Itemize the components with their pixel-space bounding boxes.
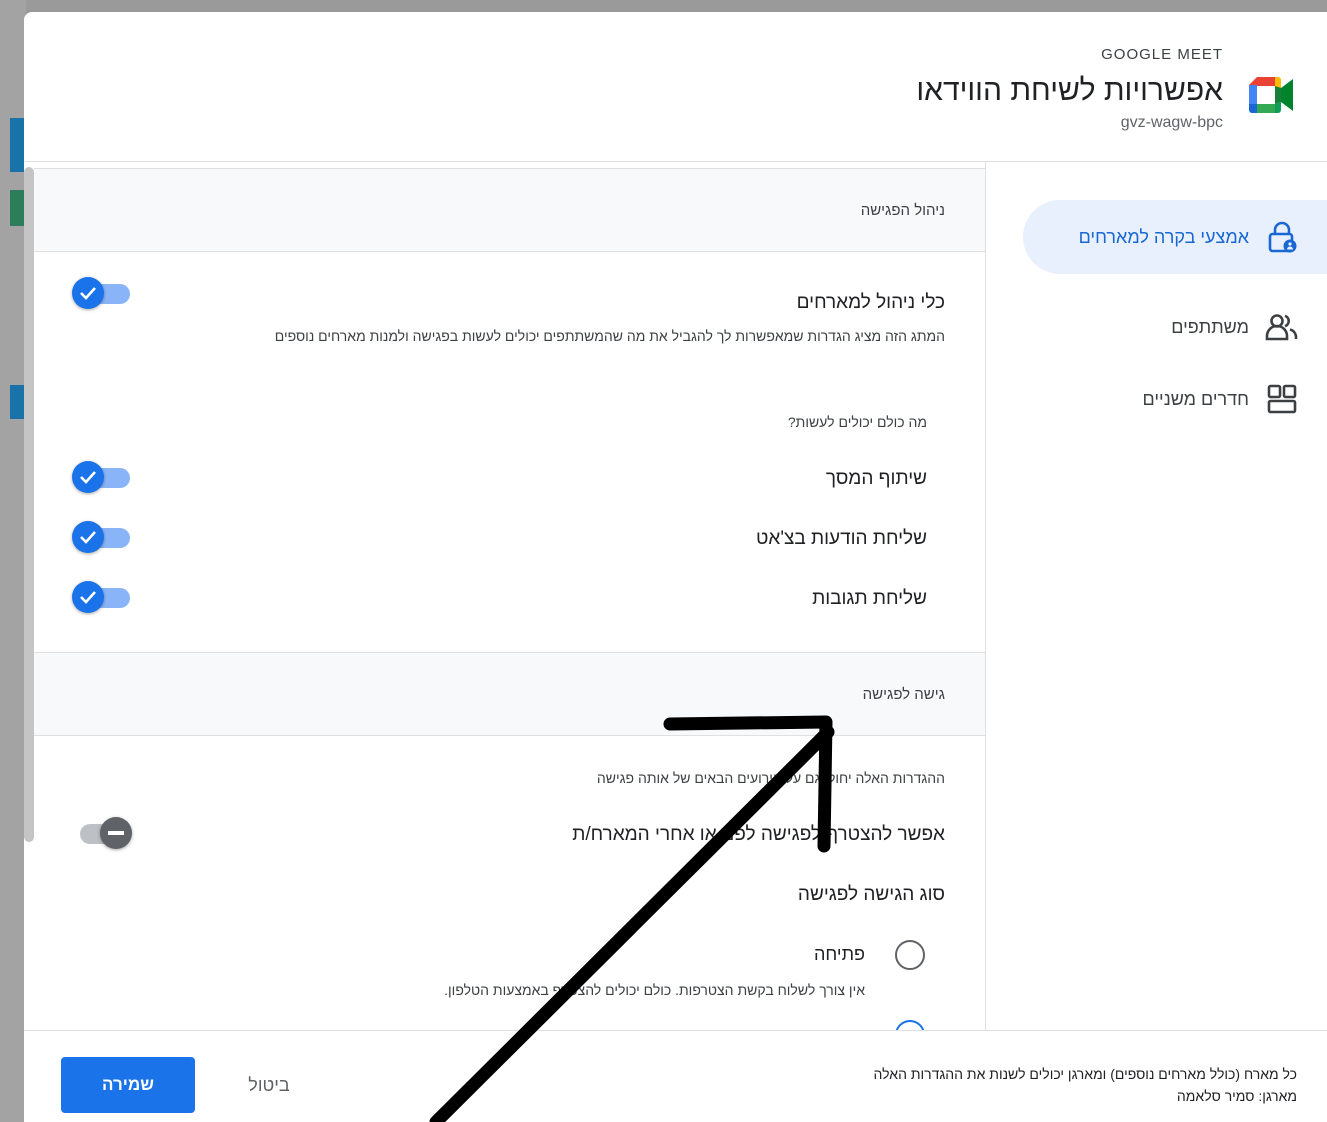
background-page-mark (10, 118, 24, 172)
cancel-button[interactable]: ביטול (214, 1057, 324, 1113)
join-before-host-label: אפשר להצטרף לפגישה לפני או אחרי המארח/ת (572, 824, 945, 845)
sidebar-item-participants[interactable]: משתתפים (1023, 290, 1327, 364)
background-page-mark (10, 385, 24, 419)
dialog-title: אפשרויות לשיחת הווידאו (916, 74, 1223, 107)
footer-note: כל מארח (כולל מארחים נוספים) ומארגן יכול… (874, 1063, 1297, 1107)
access-type-title: סוג הגישה לפגישה (797, 884, 945, 905)
meeting-options-dialog: GOOGLE MEET אפשרויות לשיחת הווידאו gvz-w… (24, 12, 1327, 1122)
sidebar-item-label: חדרים משניים (1142, 388, 1250, 409)
reactions-toggle[interactable] (72, 580, 132, 614)
sidebar-item-label: משתתפים (1171, 316, 1249, 337)
chat-label: שליחת הודעות בצ'אט (756, 528, 927, 549)
reactions-label: שליחת תגובות (812, 588, 927, 609)
access-type-open-description: אין צורך לשלוח בקשת הצטרפות. כולם יכולים… (444, 982, 865, 998)
share-screen-toggle[interactable] (72, 460, 132, 494)
join-before-host-toggle[interactable] (72, 816, 132, 850)
dialog-footer: כל מארח (כולל מארחים נוספים) ומארגן יכול… (24, 1030, 1327, 1122)
host-management-description: המתג הזה מציג הגדרות שמאפשרות לך להגביל … (274, 328, 945, 344)
google-meet-logo-icon (1249, 77, 1293, 113)
access-type-open-label: פתיחה (814, 944, 865, 964)
section-header-meeting-management: ניהול הפגישה (34, 168, 985, 252)
settings-main-panel: ניהול הפגישה כלי ניהול למארחים המתג הזה … (34, 162, 985, 1032)
sidebar-item-breakout-rooms[interactable]: חדרים משניים (1023, 362, 1327, 436)
section-title: ניהול הפגישה (860, 201, 945, 219)
section-title: גישה לפגישה (862, 685, 945, 703)
dialog-header: GOOGLE MEET אפשרויות לשיחת הווידאו gvz-w… (24, 12, 1327, 162)
save-button[interactable]: שמירה (61, 1057, 195, 1113)
lock-person-icon (1265, 220, 1299, 254)
host-management-label: כלי ניהול למארחים (796, 292, 945, 313)
meeting-code: gvz-wagw-bpc (1120, 114, 1223, 131)
section-header-meeting-access: גישה לפגישה (34, 652, 985, 736)
people-icon (1265, 310, 1299, 344)
share-screen-label: שיתוף המסך (825, 468, 927, 489)
host-management-toggle[interactable] (72, 276, 132, 310)
chat-toggle[interactable] (72, 520, 132, 554)
footer-note-line-1: כל מארח (כולל מארחים נוספים) ומארגן יכול… (873, 1066, 1297, 1082)
settings-sidebar: אמצעי בקרה למארחים משתתפים חדרים משניים (985, 162, 1327, 1032)
rooms-grid-icon (1265, 382, 1299, 416)
background-page-mark (10, 190, 24, 226)
access-type-open-radio[interactable] (895, 940, 925, 970)
sidebar-item-label: אמצעי בקרה למארחים (1078, 226, 1249, 247)
app-label: GOOGLE MEET (1101, 46, 1223, 63)
main-scrollbar[interactable] (24, 167, 34, 842)
footer-organizer: מארגן: סמיר סלאמה (1176, 1088, 1297, 1104)
meeting-access-note: ההגדרות האלה יחולו גם על אירועים הבאים ש… (596, 770, 945, 786)
everyone-can-title: מה כולם יכולים לעשות? (787, 414, 927, 430)
sidebar-item-host-controls[interactable]: אמצעי בקרה למארחים (1023, 200, 1327, 274)
